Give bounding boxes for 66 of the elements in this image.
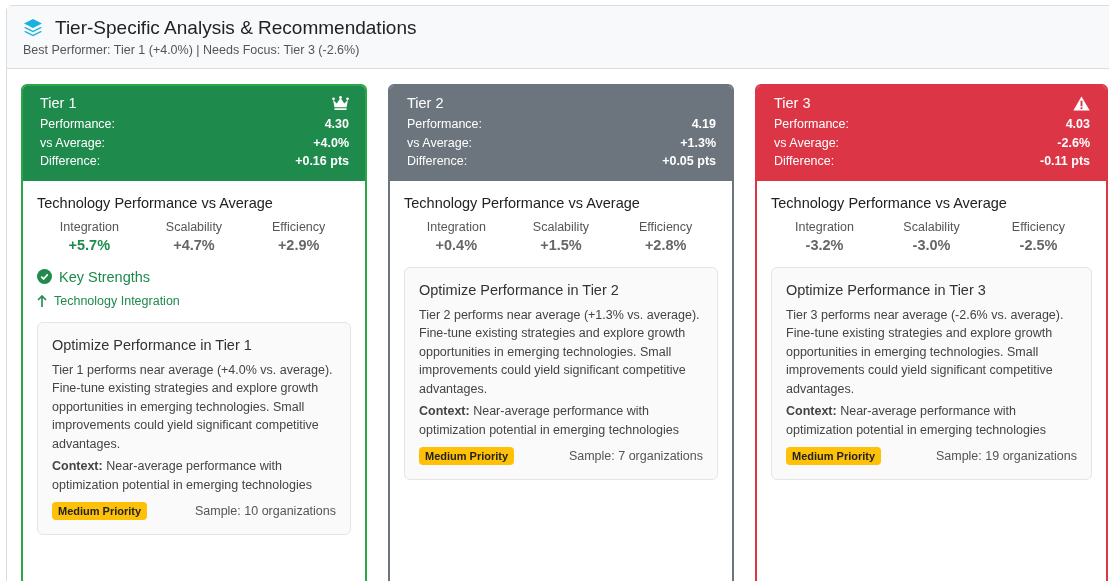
tier-name: Tier 1 (40, 95, 77, 111)
metric-label: Scalability (532, 219, 590, 234)
stat-value: 4.30 (324, 116, 349, 133)
section-title: Technology Performance vs Average (771, 194, 1008, 211)
tier-name: Tier 3 (774, 95, 811, 111)
strengths-title: Key Strengths (59, 268, 151, 285)
metric-value: -3.2% (805, 236, 844, 253)
metric-label: Integration (59, 219, 119, 234)
stat-label: vs Average: (40, 134, 106, 152)
metric-value: +2.8% (644, 236, 687, 253)
recommendation-title: Optimize Performance in Tier 1 (52, 336, 253, 353)
metric-label: Integration (426, 219, 486, 234)
metric-value: +1.5% (540, 236, 582, 253)
stat-value: +0.16 pts (295, 153, 349, 170)
metric-label: Efficiency (1011, 219, 1066, 234)
metric-label: Efficiency (272, 219, 326, 234)
recommendation-title: Optimize Performance in Tier 2 (419, 281, 620, 298)
metric-value: +0.4% (435, 236, 478, 253)
stat-label: Difference: (774, 153, 835, 170)
stat-value: +0.05 pts (662, 153, 716, 170)
metric-label: Efficiency (639, 219, 693, 234)
stat-label: Difference: (40, 153, 101, 170)
metric-label: Scalability (903, 219, 960, 234)
metric-label: Integration (794, 219, 855, 234)
recommendation-title: Optimize Performance in Tier 3 (786, 281, 987, 298)
stat-label: Performance: (40, 116, 116, 133)
section-title: Technology Performance vs Average (404, 194, 641, 211)
stat-value: -2.6% (1057, 134, 1090, 152)
stat-label: Difference: (407, 153, 468, 170)
stat-label: Performance: (774, 116, 850, 133)
metric-value: +5.7% (68, 236, 111, 253)
metric-value: +4.7% (173, 236, 215, 253)
sample-size: Sample: 19 organizations (935, 449, 1077, 463)
sample-size: Sample: 10 organizations (194, 504, 336, 518)
metric-value: +2.9% (277, 236, 320, 253)
stat-value: -0.11 pts (1039, 153, 1090, 170)
recommendation-text: Tier 2 performs near average (+1.3% vs. average). Fine-tune existing strategies and explore growth opportunities in emerging technologies. Small improvements could yield significant competitive advantages. (419, 306, 701, 398)
recommendation-text: Tier 3 performs near average (-2.6% vs. average). Fine-tune existing strategies and explore growth opportunities in emerging technologies. Small improvements could yield significant competitive advantages. (786, 306, 1065, 398)
stat-value: 4.03 (1065, 116, 1090, 133)
sample-size: Sample: 7 organizations (568, 449, 703, 463)
stat-value: +1.3% (680, 134, 716, 152)
panel-title: Tier-Specific Analysis & Recommendations (55, 17, 417, 39)
layers-icon (23, 18, 43, 38)
priority-badge: Medium Priority (786, 447, 882, 465)
metric-value: -3.0% (912, 236, 951, 253)
stat-label: vs Average: (774, 134, 840, 152)
strength-item: Technology Integration (54, 293, 180, 308)
context-text: Context: Near-average performance with optimization potential in emerging technologies (52, 458, 313, 494)
stat-value: +4.0% (313, 134, 349, 152)
metric-label: Scalability (165, 219, 223, 234)
crown-icon (332, 96, 349, 110)
tier-name: Tier 2 (407, 95, 444, 111)
context-text: Context: Near-average performance with optimization potential in emerging technologies (786, 403, 1047, 439)
check-circle-icon (37, 269, 52, 284)
metric-value: -2.5% (1019, 236, 1058, 253)
priority-badge: Medium Priority (419, 447, 515, 465)
arrow-up-icon (37, 294, 47, 307)
context-text: Context: Near-average performance with optimization potential in emerging technologies (419, 403, 680, 439)
stat-label: Performance: (407, 116, 483, 133)
priority-badge: Medium Priority (52, 502, 148, 520)
warning-icon (1073, 95, 1090, 111)
section-title: Technology Performance vs Average (37, 194, 274, 211)
stat-value: 4.19 (691, 116, 716, 133)
stat-label: vs Average: (407, 134, 473, 152)
recommendation-text: Tier 1 performs near average (+4.0% vs. average). Fine-tune existing strategies and explore growth opportunities in emerging technologies. Small improvements could yield significant competitive advantages. (52, 361, 334, 453)
panel-subtitle: Best Performer: Tier 1 (+4.0%) | Needs Focus: Tier 3 (-2.6%) (23, 43, 361, 57)
